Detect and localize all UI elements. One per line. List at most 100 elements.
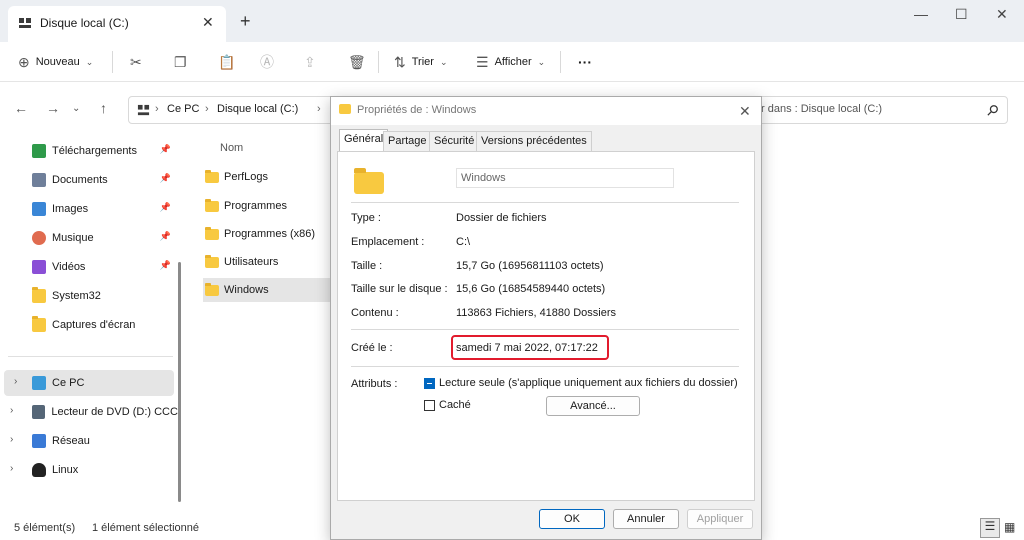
video-icon xyxy=(32,260,46,274)
back-arrow-icon[interactable]: ← xyxy=(14,100,28,116)
ok-button[interactable]: OK xyxy=(539,509,605,529)
readonly-label: Lecture seule (s'applique uniquement aux… xyxy=(439,377,738,389)
sidebar-item-documents[interactable]: Documents 📌 xyxy=(0,167,175,193)
chevron-right-icon: › xyxy=(10,434,14,445)
new-button-label: Nouveau xyxy=(35,56,80,68)
pin-icon: 📌 xyxy=(159,202,171,212)
location-value: C:\ xyxy=(456,236,471,248)
general-panel: Windows Type : Dossier de fichiers Empla… xyxy=(337,151,755,501)
tiles-view-icon[interactable]: ▦ xyxy=(1004,520,1015,534)
tab-general[interactable]: Général xyxy=(339,129,389,151)
folder-name-field[interactable]: Windows xyxy=(456,168,674,188)
folder-icon xyxy=(354,168,384,194)
cancel-button[interactable]: Annuler xyxy=(613,509,679,529)
file-row[interactable]: Programmes xyxy=(205,194,330,218)
sidebar-item-telechargements[interactable]: Téléchargements 📌 xyxy=(0,138,175,164)
pin-icon: 📌 xyxy=(159,260,171,270)
paste-icon[interactable]: 📋 xyxy=(218,52,235,72)
advanced-button[interactable]: Avancé... xyxy=(546,396,640,416)
sort-button[interactable]: ⇅ Trier ⌄ xyxy=(394,52,447,72)
chevron-right-icon: › xyxy=(10,405,14,416)
file-row[interactable]: Utilisateurs xyxy=(205,250,330,274)
tab-close-icon[interactable]: ✕ xyxy=(202,14,214,31)
sidebar-item-reseau[interactable]: › Réseau xyxy=(0,428,175,454)
dvd-icon xyxy=(32,405,46,419)
sort-icon: ⇅ xyxy=(394,53,406,70)
divider xyxy=(351,329,739,330)
breadcrumb-ce-pc[interactable]: Ce PC xyxy=(167,103,199,115)
pin-icon: 📌 xyxy=(159,144,171,154)
sidebar-item-label: System32 xyxy=(52,290,101,302)
sidebar-item-musique[interactable]: Musique 📌 xyxy=(0,225,175,251)
sidebar-item-label: Téléchargements xyxy=(52,145,137,157)
readonly-checkbox[interactable]: Lecture seule (s'applique uniquement aux… xyxy=(424,377,738,389)
image-icon xyxy=(32,202,46,216)
sidebar-item-label: Réseau xyxy=(52,435,90,447)
sidebar-item-ce-pc[interactable]: › Ce PC xyxy=(4,370,174,396)
contents-value: 113863 Fichiers, 41880 Dossiers xyxy=(456,307,616,319)
sidebar-item-videos[interactable]: Vidéos 📌 xyxy=(0,254,175,280)
folder-icon xyxy=(205,254,219,268)
item-count: 5 élément(s) xyxy=(14,522,76,534)
sort-button-label: Trier xyxy=(411,56,434,68)
file-row[interactable]: PerfLogs xyxy=(205,165,330,189)
file-name: Programmes (x86) xyxy=(224,228,316,240)
view-button[interactable]: ☰ Afficher ⌄ xyxy=(476,52,545,72)
sidebar-item-dvd[interactable]: › Lecteur de DVD (D:) CCCC xyxy=(0,399,180,425)
sidebar-item-label: Documents xyxy=(52,174,108,186)
copy-icon[interactable]: ❐ xyxy=(174,52,187,72)
plus-circle-icon: ⊕ xyxy=(18,53,30,70)
rename-icon[interactable]: Ⓐ xyxy=(260,52,274,72)
apply-button[interactable]: Appliquer xyxy=(687,509,753,529)
properties-dialog: Propriétés de : Windows ✕ Général Partag… xyxy=(330,96,762,540)
delete-icon[interactable]: 🗑 xyxy=(348,52,366,72)
file-row[interactable]: Programmes (x86) xyxy=(205,222,330,246)
minimize-button[interactable]: — xyxy=(914,6,928,22)
tab-disque-local[interactable]: Disque local (C:) ✕ xyxy=(8,6,226,42)
details-view-icon[interactable]: ☰ xyxy=(980,518,1000,538)
maximize-button[interactable]: ☐ xyxy=(955,6,968,23)
breadcrumb-disque-local[interactable]: Disque local (C:) xyxy=(217,103,298,115)
sidebar-item-linux[interactable]: › Linux xyxy=(0,457,175,483)
new-tab-button[interactable]: + xyxy=(240,11,251,32)
tab-partage[interactable]: Partage xyxy=(383,131,432,151)
contents-label: Contenu : xyxy=(351,307,399,319)
sidebar-scrollbar[interactable] xyxy=(178,142,181,512)
drive-icon xyxy=(19,18,31,28)
dialog-close-icon[interactable]: ✕ xyxy=(739,103,751,120)
pin-icon: 📌 xyxy=(159,173,171,183)
navigation-pane: Téléchargements 📌 Documents 📌 Images 📌 M… xyxy=(0,132,185,512)
attributes-label: Attributs : xyxy=(351,378,398,390)
file-name: Programmes xyxy=(224,200,287,212)
sidebar-item-system32[interactable]: System32 xyxy=(0,283,175,309)
hidden-checkbox[interactable]: Caché xyxy=(424,399,471,411)
more-options-button[interactable]: ··· xyxy=(578,52,592,72)
computer-icon xyxy=(32,376,46,390)
view-button-label: Afficher xyxy=(494,56,532,68)
folder-icon xyxy=(32,287,46,303)
folder-icon xyxy=(205,198,219,212)
scrollbar-thumb[interactable] xyxy=(178,262,181,502)
new-button[interactable]: ⊕ Nouveau ⌄ xyxy=(18,52,93,72)
folder-icon xyxy=(205,169,219,183)
file-list: Nom PerfLogs Programmes Programmes (x86)… xyxy=(195,132,330,512)
forward-arrow-icon[interactable]: → xyxy=(46,100,60,116)
tab-versions[interactable]: Versions précédentes xyxy=(476,131,592,151)
sidebar-item-images[interactable]: Images 📌 xyxy=(0,196,175,222)
linux-icon xyxy=(32,463,46,477)
tab-securite[interactable]: Sécurité xyxy=(429,131,480,151)
recent-chevron-icon[interactable]: ⌄ xyxy=(72,103,80,114)
file-row-selected[interactable]: Windows xyxy=(203,278,330,302)
sidebar-item-label: Musique xyxy=(52,232,94,244)
sidebar-item-captures[interactable]: Captures d'écran xyxy=(0,312,175,338)
share-icon[interactable]: ⇪ xyxy=(304,52,316,72)
cut-icon[interactable]: ✂ xyxy=(130,52,142,72)
folder-icon xyxy=(32,316,46,332)
sidebar-item-label: Images xyxy=(52,203,89,215)
close-window-button[interactable]: ✕ xyxy=(996,6,1008,23)
search-box[interactable]: r dans : Disque local (C:) xyxy=(750,96,1008,124)
column-header-name[interactable]: Nom xyxy=(220,142,243,154)
up-arrow-icon[interactable]: ↑ xyxy=(100,100,107,116)
checkbox-icon xyxy=(424,399,435,411)
selection-count: 1 élément sélectionné xyxy=(92,522,200,534)
